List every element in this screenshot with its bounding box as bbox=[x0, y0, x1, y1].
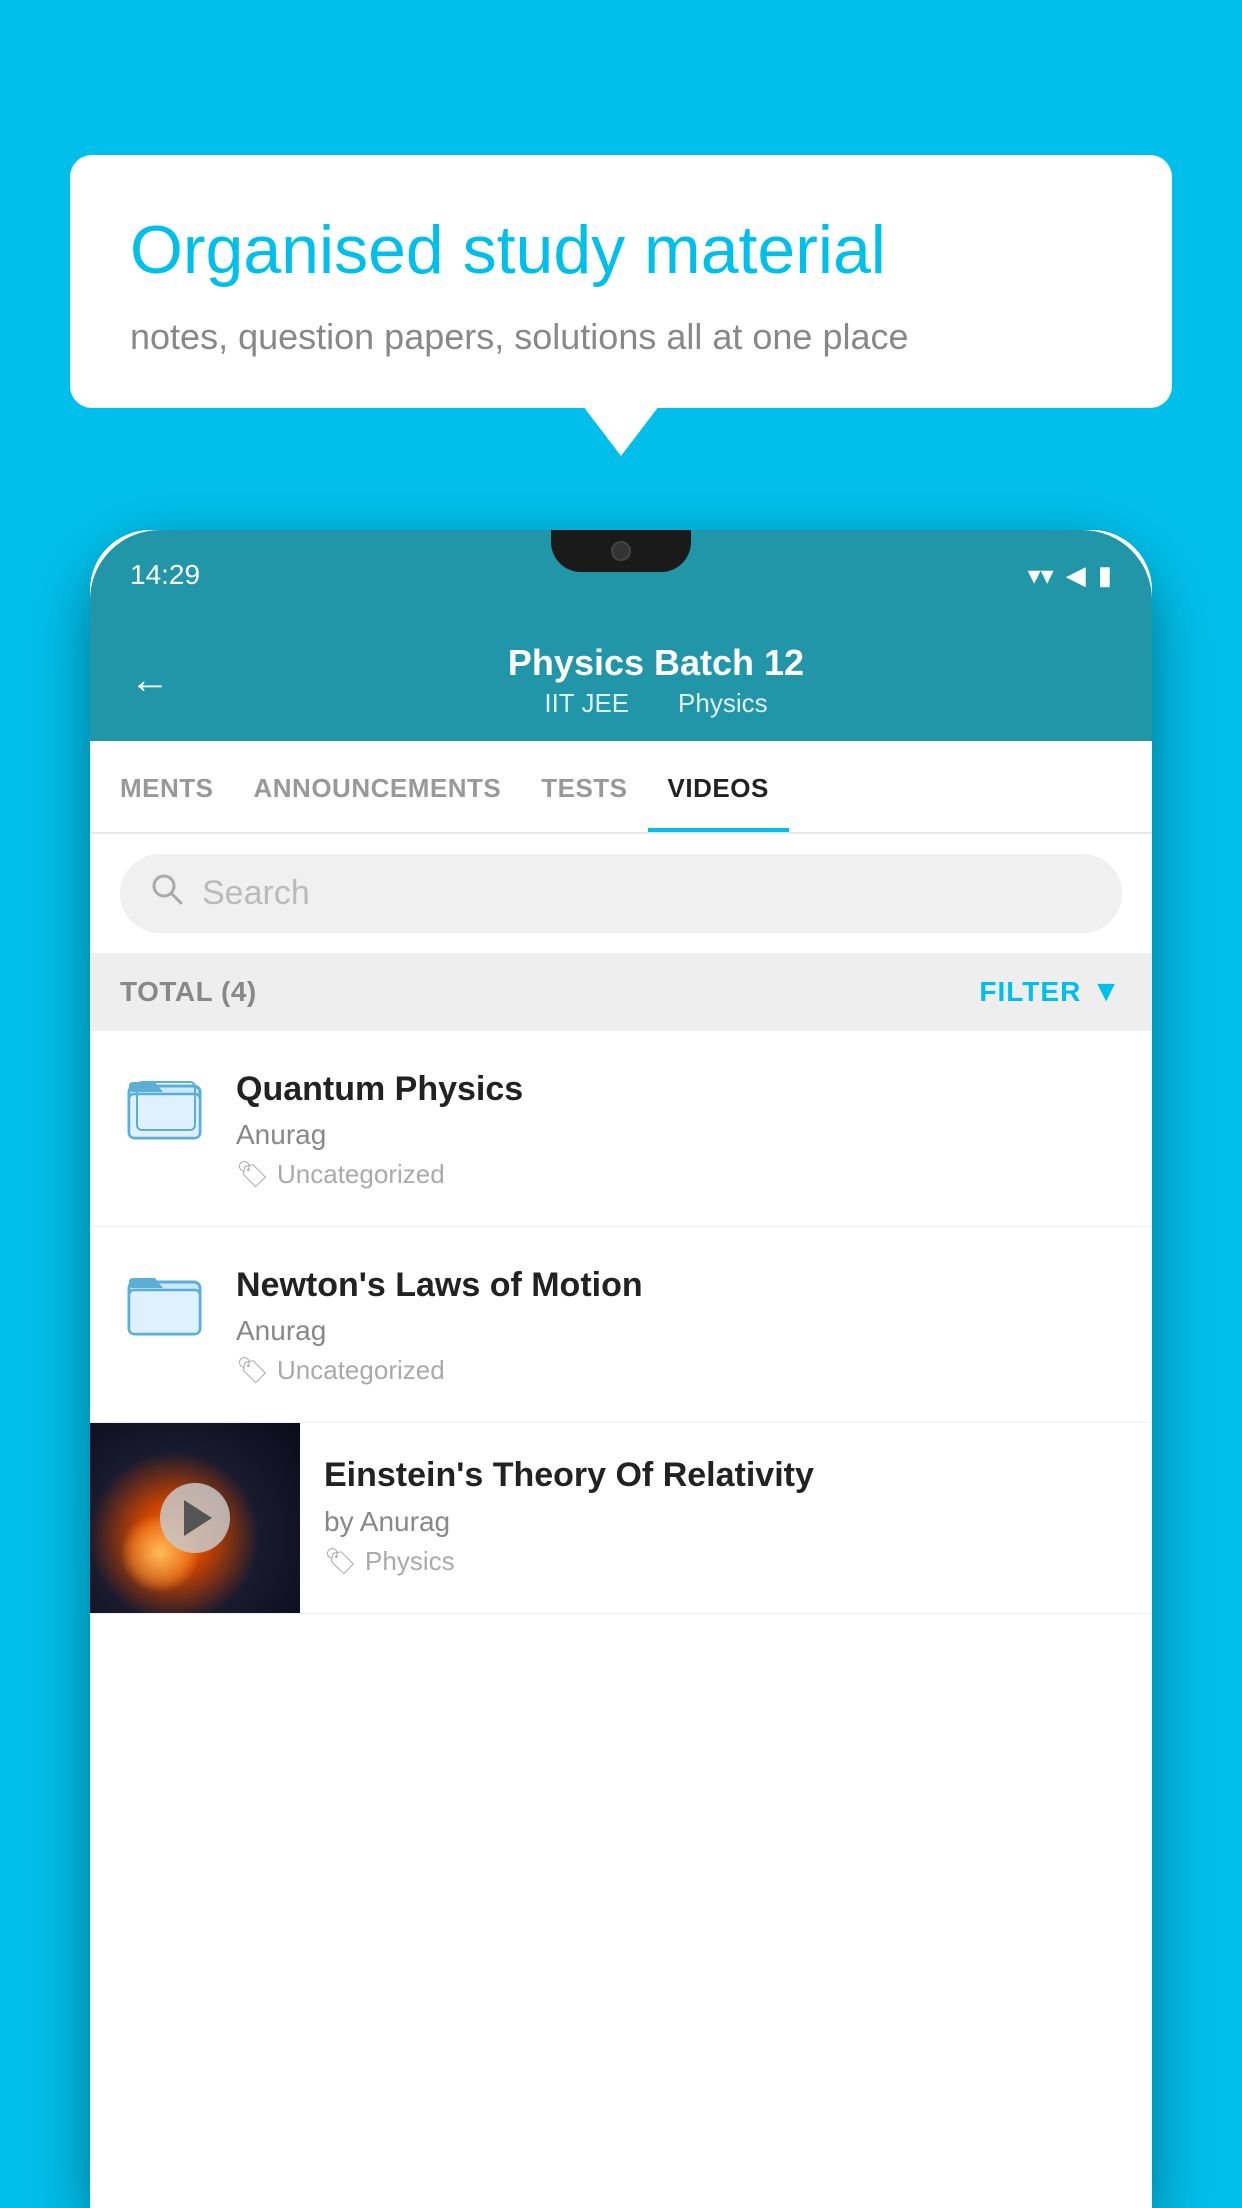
filter-bar: TOTAL (4) FILTER ▼ bbox=[90, 953, 1152, 1031]
video-tag: 🏷 Physics bbox=[324, 1546, 1128, 1577]
speech-bubble-subtext: notes, question papers, solutions all at… bbox=[130, 316, 1112, 358]
folder-icon-wrap bbox=[120, 1067, 208, 1155]
speech-bubble-headline: Organised study material bbox=[130, 210, 1112, 292]
search-icon bbox=[150, 872, 184, 915]
notch bbox=[551, 530, 691, 572]
filter-funnel-icon: ▼ bbox=[1091, 975, 1122, 1009]
status-icons: ▾▾ ◀ ▮ bbox=[1028, 560, 1112, 591]
video-info: Einstein's Theory Of Relativity by Anura… bbox=[300, 1423, 1152, 1606]
search-placeholder: Search bbox=[202, 874, 310, 913]
search-bar-container: Search bbox=[90, 834, 1152, 953]
video-title: Newton's Laws of Motion bbox=[236, 1263, 1122, 1307]
list-item[interactable]: Quantum Physics Anurag 🏷 Uncategorized bbox=[90, 1031, 1152, 1227]
folder-icon bbox=[127, 1270, 202, 1345]
tabs-bar: MENTS ANNOUNCEMENTS TESTS VIDEOS bbox=[90, 741, 1152, 834]
header-subtitle-course: IIT JEE bbox=[544, 688, 629, 718]
tab-ments[interactable]: MENTS bbox=[100, 741, 234, 832]
list-item[interactable]: Newton's Laws of Motion Anurag 🏷 Uncateg… bbox=[90, 1227, 1152, 1423]
video-author: Anurag bbox=[236, 1315, 1122, 1347]
video-list: Quantum Physics Anurag 🏷 Uncategorized bbox=[90, 1031, 1152, 1614]
status-time: 14:29 bbox=[130, 559, 200, 591]
video-tag: 🏷 Uncategorized bbox=[236, 1159, 1122, 1190]
play-icon bbox=[184, 1500, 212, 1536]
tab-videos[interactable]: VIDEOS bbox=[648, 741, 789, 832]
tag-label: Physics bbox=[365, 1546, 455, 1577]
video-author: by Anurag bbox=[324, 1506, 1128, 1538]
phone-screen: 14:29 ▾▾ ◀ ▮ ← Physics Batch 12 IIT JEE bbox=[90, 530, 1152, 1614]
filter-label: FILTER bbox=[979, 976, 1081, 1008]
video-info: Quantum Physics Anurag 🏷 Uncategorized bbox=[236, 1067, 1122, 1190]
tag-label: Uncategorized bbox=[277, 1355, 445, 1386]
video-title: Einstein's Theory Of Relativity bbox=[324, 1453, 1128, 1497]
video-tag: 🏷 Uncategorized bbox=[236, 1355, 1122, 1386]
signal-icon: ◀ bbox=[1066, 560, 1086, 591]
battery-icon: ▮ bbox=[1098, 560, 1112, 591]
tab-announcements[interactable]: ANNOUNCEMENTS bbox=[234, 741, 522, 832]
folder-icon-wrap bbox=[120, 1263, 208, 1351]
tag-icon: 🏷 bbox=[236, 1159, 269, 1190]
total-count-label: TOTAL (4) bbox=[120, 976, 257, 1008]
tag-icon: 🏷 bbox=[324, 1546, 357, 1577]
speech-bubble: Organised study material notes, question… bbox=[70, 155, 1172, 408]
play-button[interactable] bbox=[160, 1483, 230, 1553]
phone-inner: 14:29 ▾▾ ◀ ▮ ← Physics Batch 12 IIT JEE bbox=[90, 530, 1152, 2208]
search-bar[interactable]: Search bbox=[120, 854, 1122, 933]
wifi-icon: ▾▾ bbox=[1028, 560, 1054, 591]
speech-bubble-container: Organised study material notes, question… bbox=[70, 155, 1172, 408]
status-bar: 14:29 ▾▾ ◀ ▮ bbox=[90, 530, 1152, 620]
tab-tests[interactable]: TESTS bbox=[521, 741, 647, 832]
header-subtitle-subject: Physics bbox=[678, 688, 768, 718]
video-thumbnail bbox=[90, 1423, 300, 1613]
header-title: Physics Batch 12 bbox=[200, 642, 1112, 684]
phone-frame: 14:29 ▾▾ ◀ ▮ ← Physics Batch 12 IIT JEE bbox=[90, 530, 1152, 2208]
video-title: Quantum Physics bbox=[236, 1067, 1122, 1111]
tag-icon: 🏷 bbox=[236, 1355, 269, 1386]
back-button[interactable]: ← bbox=[130, 658, 170, 703]
header-title-area: Physics Batch 12 IIT JEE Physics bbox=[200, 642, 1112, 719]
camera-dot bbox=[611, 541, 631, 561]
header-subtitle: IIT JEE Physics bbox=[200, 688, 1112, 719]
video-info: Newton's Laws of Motion Anurag 🏷 Uncateg… bbox=[236, 1263, 1122, 1386]
video-author: Anurag bbox=[236, 1119, 1122, 1151]
app-header: ← Physics Batch 12 IIT JEE Physics bbox=[90, 620, 1152, 741]
filter-button[interactable]: FILTER ▼ bbox=[979, 975, 1122, 1009]
tag-label: Uncategorized bbox=[277, 1159, 445, 1190]
list-item[interactable]: Einstein's Theory Of Relativity by Anura… bbox=[90, 1423, 1152, 1614]
folder-icon bbox=[127, 1074, 202, 1149]
